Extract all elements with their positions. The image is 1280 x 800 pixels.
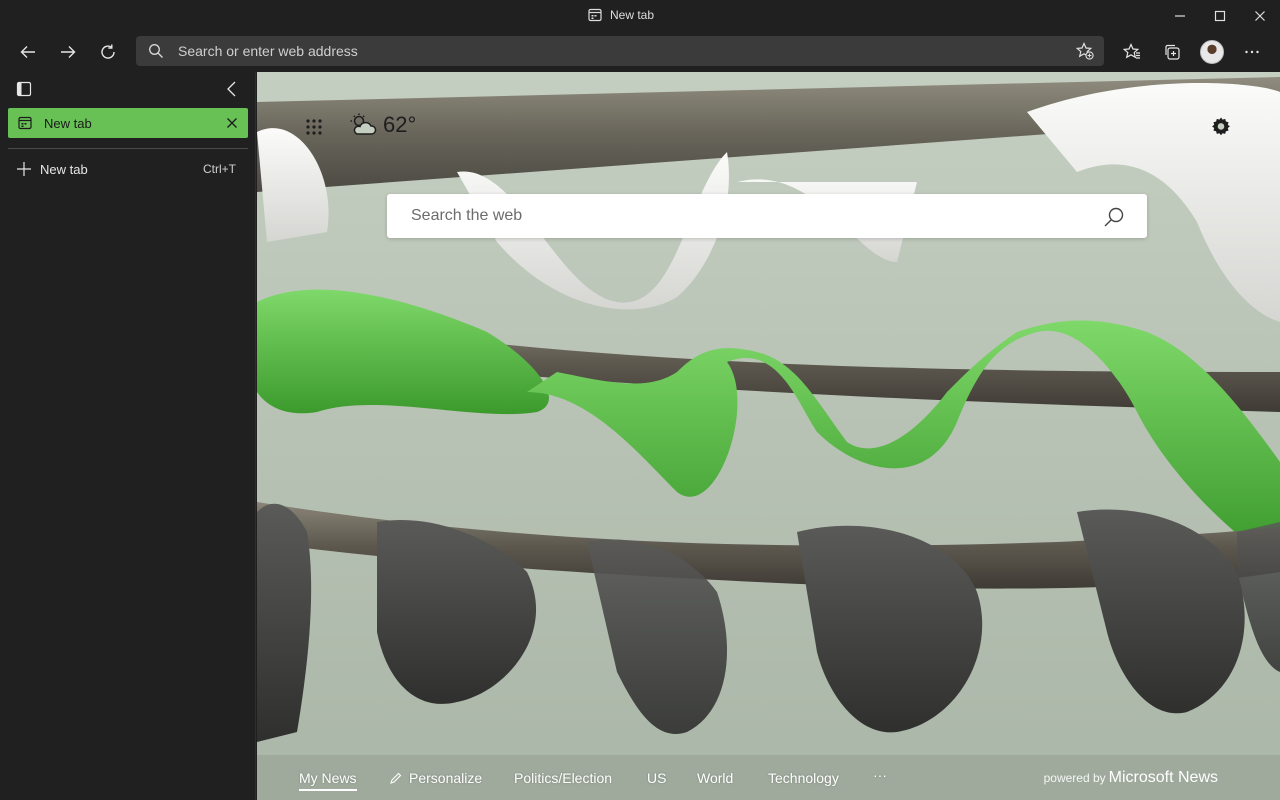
minimize-icon <box>1175 15 1185 17</box>
gear-icon[interactable] <box>1209 115 1233 139</box>
news-tab-technology[interactable]: Technology <box>768 770 839 786</box>
new-tab-label: New tab <box>40 161 88 177</box>
close-icon <box>1255 11 1265 21</box>
new-tab-page: 62° My News Personalize Politics/Electio… <box>257 72 1280 800</box>
tab-new-tab[interactable]: New tab <box>8 108 248 138</box>
weather-temperature: 62° <box>383 112 417 137</box>
new-tab-button[interactable]: New tab Ctrl+T <box>8 156 248 182</box>
more-menu-icon <box>1245 50 1259 54</box>
maximize-button[interactable] <box>1200 0 1240 32</box>
powered-by-microsoft-news[interactable]: powered by Microsoft News <box>1044 769 1218 787</box>
more-menu-button[interactable] <box>1236 36 1268 68</box>
forward-button[interactable] <box>52 36 84 68</box>
background-image <box>257 72 1280 800</box>
maximize-icon <box>1214 10 1226 22</box>
collections-icon <box>1165 44 1180 60</box>
tab-actions-menu-icon[interactable] <box>16 81 32 97</box>
favorites-icon <box>1123 43 1140 59</box>
pencil-icon <box>390 772 402 784</box>
vertical-tabs-header <box>0 72 256 106</box>
collapse-pane-icon[interactable] <box>223 80 241 98</box>
search-icon[interactable] <box>1103 206 1125 228</box>
powered-by-prefix: powered by <box>1043 771 1106 785</box>
newtab-page-icon <box>588 8 602 22</box>
web-search-input[interactable] <box>411 207 1091 225</box>
back-arrow-icon <box>20 46 35 58</box>
browser-toolbar <box>0 32 1280 72</box>
search-icon <box>149 44 163 58</box>
favorites-button[interactable] <box>1116 36 1148 68</box>
refresh-button[interactable] <box>92 36 124 68</box>
app-launcher-icon[interactable] <box>305 118 323 136</box>
news-more-button[interactable]: ··· <box>873 767 887 783</box>
news-feed-bar: My News Personalize Politics/Election US… <box>257 755 1280 800</box>
divider <box>8 148 248 149</box>
web-search-box[interactable] <box>387 194 1147 238</box>
partly-cloudy-icon <box>350 113 377 135</box>
address-bar[interactable] <box>136 36 1104 66</box>
close-window-button[interactable] <box>1240 0 1280 32</box>
close-tab-icon[interactable] <box>226 117 238 129</box>
profile-avatar[interactable] <box>1200 40 1224 64</box>
refresh-icon <box>101 44 115 59</box>
vertical-tabs-pane: New tab New tab Ctrl+T <box>0 72 256 800</box>
news-tab-my-news[interactable]: My News <box>299 770 357 791</box>
news-tab-world[interactable]: World <box>697 770 733 786</box>
plus-icon <box>17 162 31 176</box>
tab-label: New tab <box>44 115 92 131</box>
minimize-button[interactable] <box>1160 0 1200 32</box>
forward-arrow-icon <box>61 46 76 58</box>
add-favorite-icon[interactable] <box>1076 42 1094 60</box>
powered-by-brand: Microsoft News <box>1108 769 1218 786</box>
news-tab-politics-election[interactable]: Politics/Election <box>514 770 612 786</box>
news-tab-personalize-label: Personalize <box>409 770 483 786</box>
address-input[interactable] <box>178 43 1038 59</box>
window-title-text: New tab <box>610 8 655 22</box>
weather-widget[interactable]: 62° <box>349 112 416 138</box>
news-tab-us[interactable]: US <box>647 770 666 786</box>
news-tab-personalize[interactable]: Personalize <box>390 770 482 786</box>
newtab-page-icon <box>18 116 32 130</box>
window-title: New tab <box>588 8 654 22</box>
new-tab-shortcut: Ctrl+T <box>203 162 236 176</box>
back-button[interactable] <box>12 36 44 68</box>
title-bar: New tab <box>0 0 1280 32</box>
collections-button[interactable] <box>1156 36 1188 68</box>
